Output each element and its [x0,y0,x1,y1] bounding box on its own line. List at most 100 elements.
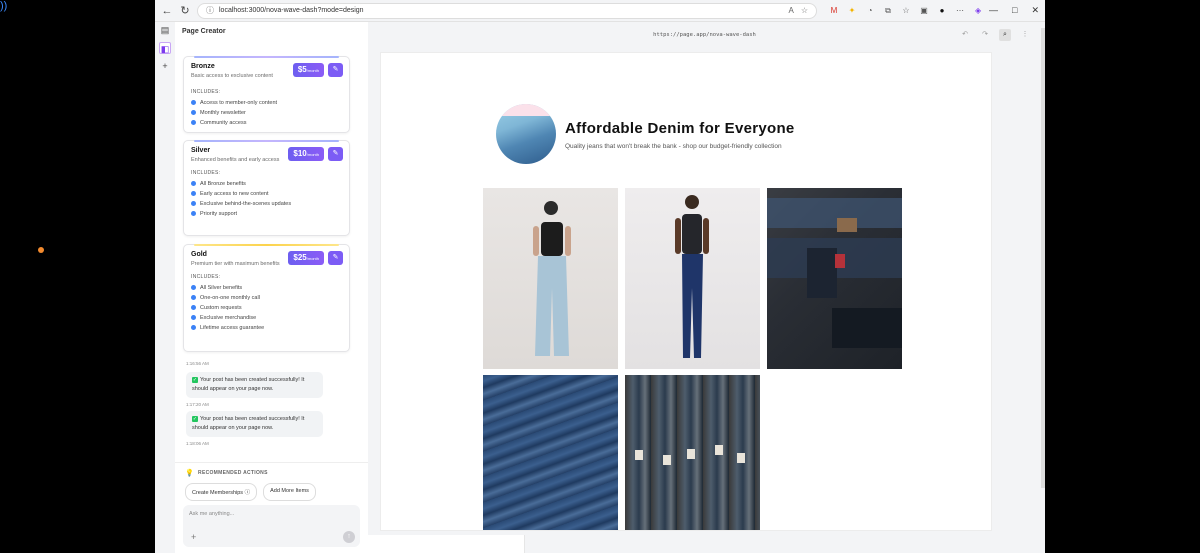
assistant-message: ✓ Your post has been created successfully… [186,411,323,437]
tier-price-badge: $5/month [292,63,324,77]
check-icon [191,100,196,106]
add-more-items-button[interactable]: Add More Items [263,483,316,501]
feature-item: Community access [191,118,342,128]
jeans-stack-image [767,198,902,348]
tier-card-silver: Silver Enhanced benefits and early acces… [183,140,350,236]
woman-light-jeans-image [533,201,571,356]
woman-dark-jeans-image [675,195,709,358]
assistant-message: ✓ Your post has been created successfully… [186,372,323,398]
send-button[interactable]: ↑ [343,531,355,543]
jeans-rack-image [635,445,745,465]
preview-area: https://page.app/nova-wave-dash ↶ ↷ ⌕ ⋮ … [368,22,1041,535]
extension-icon[interactable]: ◔ [865,6,875,16]
favorite-star-icon[interactable]: ☆ [801,6,808,15]
chat-input[interactable]: Ask me anything... [189,511,354,517]
gallery-photo[interactable] [625,375,760,530]
page-creator-app-icon[interactable]: ◧ [159,42,171,54]
pencil-icon: ✎ [332,66,339,73]
checkmark-icon: ✓ [192,416,198,422]
read-aloud-icon[interactable]: A [789,6,794,15]
page-title: Affordable Denim for Everyone [565,120,795,137]
profile-avatar-icon[interactable]: ● [937,6,947,16]
recommended-actions: 💡 RECOMMENDED ACTIONS Create Memberships … [175,462,368,507]
feature-item: All Silver benefits [191,283,342,293]
chat-composer[interactable]: Ask me anything... + ↑ [183,505,360,547]
check-icon [191,305,196,311]
tab-actions-icon[interactable]: ▤ [159,24,171,36]
feature-item: Custom requests [191,303,342,313]
lightbulb-icon: 💡 [185,470,195,477]
gmail-extension-icon[interactable]: M [829,6,839,16]
feature-item: Exclusive behind-the-scenes updates [191,199,342,209]
extensions-bar: M ✦ ◔ ⧉ ☆ ▣ ● ⋯ ◈ [829,6,983,16]
undo-icon[interactable]: ↶ [959,29,971,41]
reload-icon[interactable]: ↻ [179,4,191,17]
browser-scrollbar[interactable] [1041,28,1045,488]
tier-description: Premium tier with maximum benefits [191,261,280,267]
cursor-dot [38,247,44,253]
favorites-icon[interactable]: ☆ [901,6,911,16]
tier-price-badge: $25/month [288,251,324,265]
edit-tier-button[interactable]: ✎ [328,63,343,77]
attach-plus-icon[interactable]: + [191,532,196,542]
tier-price-badge: $10/month [288,147,324,161]
extension-icon[interactable]: ✦ [847,6,857,16]
message-timestamp: 1:18:06 AM [186,441,209,446]
feature-list: Access to member-only content Monthly ne… [191,98,342,128]
includes-label: INCLUDES: [191,169,221,176]
collections-icon[interactable]: ▣ [919,6,929,16]
page-subtitle: Quality jeans that won't break the bank … [565,143,782,150]
address-bar[interactable]: ⓘ localhost:3000/nova-wave-dash?mode=des… [197,2,818,19]
redo-icon[interactable]: ↷ [979,29,991,41]
check-icon [191,181,196,187]
edit-tier-button[interactable]: ✎ [328,147,343,161]
message-timestamp: 1:16:56 AM [186,361,209,366]
feature-list: All Bronze benefits Early access to new … [191,179,342,219]
address-url: localhost:3000/nova-wave-dash?mode=desig… [219,7,364,14]
recommended-title: RECOMMENDED ACTIONS [198,470,268,476]
feature-item: All Bronze benefits [191,179,342,189]
gallery-photo[interactable] [483,188,618,369]
back-icon[interactable]: ← [161,5,173,17]
tier-card-gold: Gold Premium tier with maximum benefits … [183,244,350,352]
message-timestamp: 1:17:20 AM [186,402,209,407]
add-app-icon[interactable]: + [159,60,171,72]
check-icon [191,325,196,331]
more-menu-icon[interactable]: ⋯ [955,6,965,16]
zoom-icon[interactable]: ⌕ [999,29,1011,41]
feature-list: All Silver benefits One-on-one monthly c… [191,283,342,333]
feature-item: Access to member-only content [191,98,342,108]
minimize-icon[interactable]: — [989,5,998,16]
feature-item: Early access to new content [191,189,342,199]
maximize-icon[interactable]: □ [1012,5,1017,16]
extensions-puzzle-icon[interactable]: ⧉ [883,6,893,16]
info-icon: ⓘ [244,490,251,496]
gallery-photo[interactable] [483,375,618,530]
check-icon [191,295,196,301]
more-options-icon[interactable]: ⋮ [1019,29,1031,41]
feature-item: One-on-one monthly call [191,293,342,303]
panel-title: Page Creator [182,27,226,35]
create-memberships-button[interactable]: Create Memberships ⓘ [185,483,258,501]
feature-item: Priority support [191,209,342,219]
edit-tier-button[interactable]: ✎ [328,251,343,265]
window-controls: — □ ✕ [989,5,1039,16]
check-icon [191,211,196,217]
profile-avatar [496,104,556,164]
checkmark-icon: ✓ [192,377,198,383]
tier-card-bronze: Bronze Basic access to exclusive content… [183,56,350,133]
includes-label: INCLUDES: [191,88,221,95]
close-window-icon[interactable]: ✕ [1031,5,1039,16]
preview-toolbar: https://page.app/nova-wave-dash ↶ ↷ ⌕ ⋮ [368,22,1041,48]
pencil-icon: ✎ [332,150,339,157]
sidebar-rail: ▤ ◧ + [155,22,175,553]
browser-window: ← ↻ ⓘ localhost:3000/nova-wave-dash?mode… [155,0,1045,553]
gallery-photo[interactable] [625,188,760,369]
pencil-icon: ✎ [332,254,339,261]
preview-url: https://page.app/nova-wave-dash [653,32,756,38]
copilot-icon[interactable]: ◈ [973,6,983,16]
tier-description: Basic access to exclusive content [191,73,273,79]
check-icon [191,285,196,291]
gallery-photo[interactable] [767,188,902,369]
site-info-icon[interactable]: ⓘ [206,5,214,16]
